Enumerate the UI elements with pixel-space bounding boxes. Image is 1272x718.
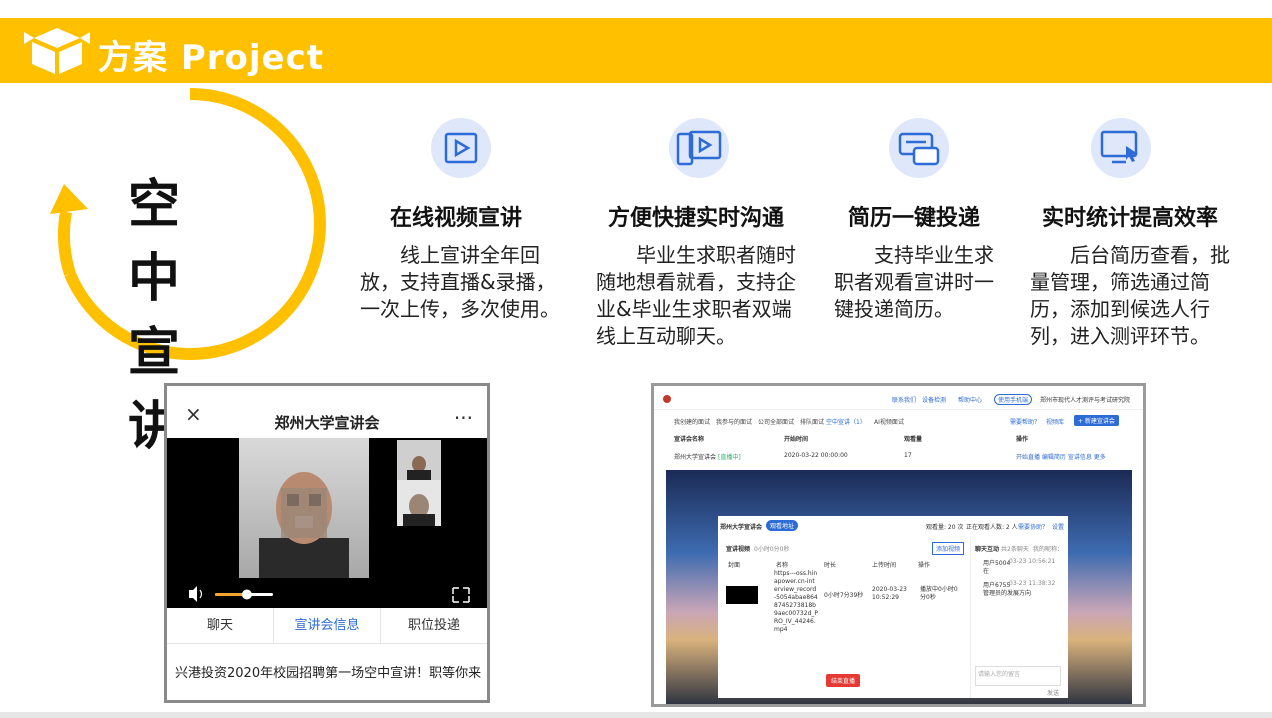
chat-bubbles-icon [889, 118, 949, 178]
feature-title: 简历一键投递 [848, 206, 981, 231]
video-controls-graphic [189, 586, 470, 603]
tab-chat[interactable]: 聊天 [167, 608, 273, 644]
nav-link-mobile[interactable]: 使用手机端 [994, 394, 1033, 405]
vcol-duration: 时长 [824, 562, 837, 569]
watching-count: 正在观看人数: 2 人 [966, 524, 1018, 531]
mobile-tabs: 聊天 宣讲会信息 职位投递 [167, 608, 487, 644]
nav-link-device-check[interactable]: 设备检测 [922, 395, 946, 404]
feature-title: 方便快捷实时沟通 [608, 206, 785, 231]
desktop-tabs: 我创建的面试 我参与的面试 公司全部面试 排队面试 空中宣讲（1） AI视频面试… [654, 414, 1143, 428]
view-count: 观看量: 20 次 [926, 524, 964, 531]
video-library-link[interactable]: 视频库 [1046, 417, 1064, 426]
video-upload-time: 2020-03-23 10:52:29 [872, 586, 907, 601]
row-ops[interactable]: 开始直播 编辑简历 宣讲信息 更多 [1016, 452, 1106, 461]
talk-table: 宣讲会名称 开始时间 观看量 操作 郑州大学宣讲会 [直播中] 2020-03-… [654, 430, 1143, 470]
org-logo-icon [663, 395, 671, 403]
header-title: 方案 Project [98, 38, 325, 78]
video-total-time: 0小时0分0秒 [754, 546, 790, 553]
tab-company-all[interactable]: 公司全部面试 [758, 417, 794, 426]
new-talk-button[interactable]: + 新建宣讲会 [1074, 415, 1119, 426]
chat-input[interactable]: 请输入您的留言 [975, 666, 1061, 686]
play-frame-icon [431, 118, 491, 178]
row-status: [直播中] [718, 454, 741, 461]
mobile-title: 郑州大学宣讲会 [274, 414, 380, 432]
video-filename: https---oss.hinapower.cn-interview_recor… [774, 570, 818, 633]
add-video-button[interactable]: 添加视频 [932, 542, 965, 555]
main-title-line1: 空 中 [128, 175, 199, 309]
chat-title: 聊天互动 [975, 546, 1000, 553]
panel-title: 郑州大学宣讲会 [720, 524, 763, 531]
row-name: 郑州大学宣讲会 [674, 454, 717, 461]
chat-time-1: 03-23 10:56:21 [1009, 558, 1056, 565]
person-silhouette [259, 472, 349, 578]
live-room-panel: 郑州大学宣讲会 观看地址 观看量: 20 次 正在观看人数: 2 人 需要协助？… [718, 516, 1068, 698]
need-help-link[interactable]: 需要协助？ [1018, 522, 1048, 531]
col-ops: 操作 [1016, 436, 1029, 443]
picture-in-picture[interactable] [397, 440, 441, 526]
mobile-screenshot: × 郑州大学宣讲会 ··· 聊天 宣讲会信息 职位投递 兴港投资2020年校园招… [164, 383, 490, 703]
pip-person [397, 440, 441, 526]
mobile-message: 兴港投资2020年校园招聘第一场空中宣讲！职等你来 [175, 666, 482, 681]
feature-desc: 支持毕业生求职者观看宣讲时一键投递简历。 [834, 243, 994, 321]
box-icon [24, 28, 90, 74]
nav-link-help[interactable]: 帮助中心 [958, 395, 982, 404]
tab-my-created[interactable]: 我创建的面试 [674, 417, 710, 426]
video-player[interactable] [167, 438, 487, 608]
video-duration: 0小时7分39秒 [824, 592, 864, 599]
feature-desc: 后台简历查看，批量管理，筛选通过简历，添加到候选人行列，进入测评环节。 [1030, 243, 1230, 348]
tab-my-joined[interactable]: 我参与的面试 [716, 417, 752, 426]
live-room-background: 郑州大学宣讲会 观看地址 观看量: 20 次 正在观看人数: 2 人 需要协助？… [666, 470, 1132, 704]
desktop-navbar: 联系我们 设备检测 帮助中心 使用手机端 郑州市现代人才测评与考试研究院 [654, 386, 1143, 410]
tab-info[interactable]: 宣讲会信息 [273, 608, 381, 644]
chat-text-2: 管理员的发展方向 [983, 590, 1032, 597]
watch-url-button[interactable]: 观看地址 [766, 520, 799, 531]
tablet-play-icon [669, 118, 729, 178]
feature-desc: 线上宣讲全年回放，支持直播&录播，一次上传，多次使用。 [360, 243, 560, 321]
header-banner: 方案 Project [0, 18, 1272, 83]
chat-panel: 聊天互动 共2条聊天 我的昵称： 用户5004 03-23 10:56:21 在… [970, 538, 1066, 698]
nav-org-name[interactable]: 郑州市现代人才测评与考试研究院 [1040, 395, 1130, 404]
mobile-titlebar: × 郑州大学宣讲会 ··· [167, 386, 487, 438]
chat-send-button[interactable]: 发送 [1047, 688, 1059, 697]
video-controls [167, 580, 487, 608]
vcol-ops: 操作 [918, 562, 931, 569]
feature-title: 实时统计提高效率 [1042, 206, 1219, 231]
video-op[interactable]: 播放中0小时0分0秒 [920, 586, 960, 602]
desktop-screenshot: 联系我们 设备检测 帮助中心 使用手机端 郑州市现代人才测评与考试研究院 我创建… [651, 383, 1146, 707]
row-start: 2020-03-22 00:00:00 [784, 452, 848, 459]
nav-link-contact[interactable]: 联系我们 [892, 395, 916, 404]
feature-title: 在线视频宣讲 [390, 206, 523, 231]
tab-ai-interview[interactable]: AI视频面试 [874, 417, 904, 426]
vcol-cover: 封面 [728, 562, 741, 569]
chat-nick-label: 我的昵称： [1033, 546, 1064, 553]
settings-link[interactable]: 设置 [1052, 522, 1064, 531]
monitor-cursor-icon [1091, 118, 1151, 178]
chat-count: 共2条聊天 [1001, 546, 1029, 553]
more-icon[interactable]: ··· [454, 406, 473, 430]
col-name: 宣讲会名称 [674, 436, 705, 443]
chat-text-1: 在 [983, 568, 990, 575]
slide: 方案 Project 空 中 宣 讲 在线视频宣讲 线上宣讲全年回放，支持直播&… [0, 0, 1272, 718]
tab-queue[interactable]: 排队面试 [800, 417, 824, 426]
bottom-divider [0, 712, 1272, 718]
video-thumbnail[interactable] [726, 586, 758, 604]
video-section-title: 宣讲视频 [726, 546, 751, 553]
video-person [239, 438, 369, 578]
row-views: 17 [904, 452, 912, 459]
tab-air-talk[interactable]: 空中宣讲（1） [826, 417, 866, 426]
vcol-upload: 上传时间 [872, 562, 897, 569]
feature-desc: 毕业生求职者随时随地想看就看，支持企业&毕业生求职者双端线上互动聊天。 [596, 243, 796, 348]
tab-jobs[interactable]: 职位投递 [381, 608, 487, 644]
col-start: 开始时间 [784, 436, 809, 443]
end-live-button[interactable]: 结束直播 [826, 674, 861, 687]
need-help-link[interactable]: 需要帮助？ [1010, 417, 1040, 426]
vcol-name: 名称 [776, 562, 789, 569]
chat-time-2: 03-23 11:38:32 [1009, 580, 1056, 587]
col-views: 观看量 [904, 436, 923, 443]
